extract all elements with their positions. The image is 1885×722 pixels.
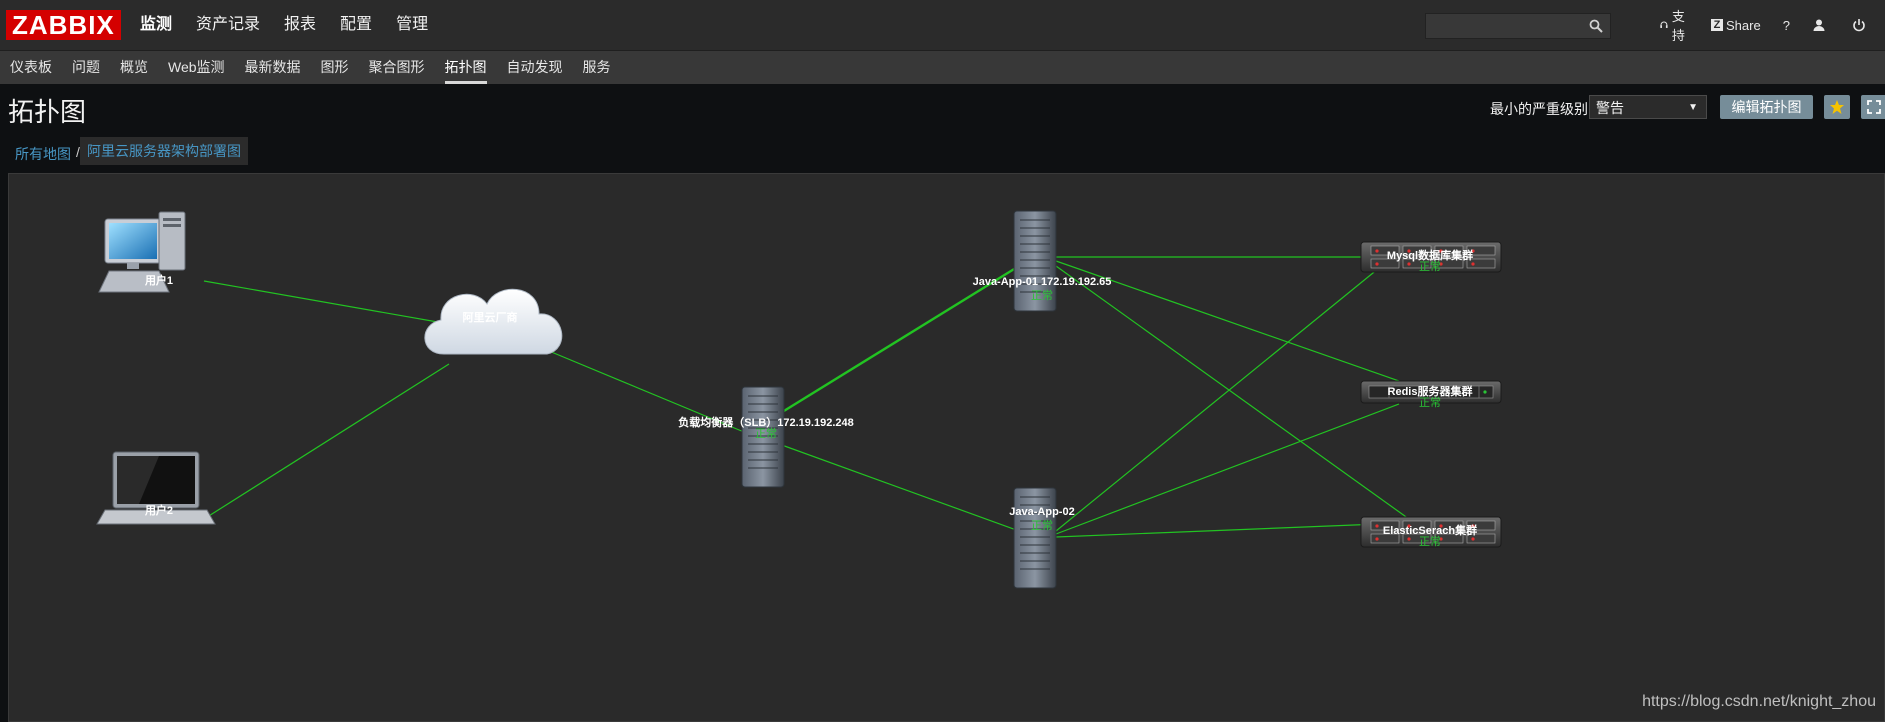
severity-select[interactable]: 警告 ▼ [1589,95,1707,119]
app01-status: 正常 [1031,290,1053,302]
share-label: Share [1726,17,1761,33]
cloud-label: 阿里云厂商 [462,312,518,324]
breadcrumb-all-maps[interactable]: 所有地图 [15,144,71,164]
main-nav-monitoring[interactable]: 监测 [128,0,184,50]
main-nav-reports[interactable]: 报表 [272,0,328,50]
severity-value: 警告 [1596,100,1624,116]
sub-nav-discovery[interactable]: 自动发现 [497,51,573,84]
main-nav-administration[interactable]: 管理 [384,0,440,50]
link-app01-es [1055,265,1410,520]
es-status: 正常 [1419,536,1441,548]
zabbix-logo[interactable]: ZABBIX [6,10,121,40]
edit-map-button[interactable]: 编辑拓扑图 [1720,95,1813,119]
slb-status: 正常 [755,428,777,440]
user-icon [1813,19,1825,31]
link-slb-app02 [778,443,1020,532]
logout-link[interactable] [1852,18,1870,32]
watermark-text: https://blog.csdn.net/knight_zhou [1642,693,1876,710]
star-icon [1830,100,1844,114]
user1-label: 用户1 [144,275,174,287]
mysql-status: 正常 [1419,261,1441,273]
java-app-02-server-icon[interactable] [1013,487,1057,589]
share-link[interactable]: Z Share [1711,18,1761,33]
sub-nav-overview[interactable]: 概览 [110,51,158,84]
support-link[interactable]: 支持 [1660,6,1689,44]
link-app02-redis [1055,403,1400,535]
user2-label: 用户2 [144,505,174,517]
support-label: 支持 [1671,9,1685,43]
chevron-down-icon: ▼ [1688,102,1698,113]
fullscreen-icon [1867,100,1881,114]
severity-label: 最小的严重级别 [1490,101,1588,117]
sub-nav: 仪表板 问题 概览 Web监测 最新数据 图形 聚合图形 拓扑图 自动发现 服务 [0,51,1885,84]
main-nav-inventory[interactable]: 资产记录 [184,0,272,50]
zabbix-share-icon: Z [1711,19,1724,31]
link-user1-cloud [203,280,450,325]
breadcrumb: 所有地图 / 阿里云服务器架构部署图 [0,130,1885,172]
app02-status: 正常 [1031,520,1053,532]
link-app02-mysql [1055,263,1385,532]
map-canvas [96,210,1502,589]
page-header: 拓扑图 最小的严重级别 警告 ▼ 编辑拓扑图 [0,84,1885,130]
sub-nav-services[interactable]: 服务 [573,51,621,84]
help-icon: ? [1782,17,1790,33]
link-user2-cloud [203,363,450,520]
main-nav-configuration[interactable]: 配置 [328,0,384,50]
headset-icon [1660,21,1668,28]
page-title: 拓扑图 [8,97,87,127]
sub-nav-graphs[interactable]: 图形 [311,51,359,84]
user-profile-link[interactable] [1812,18,1830,32]
sub-nav-problems[interactable]: 问题 [62,51,110,84]
header-tools: 支持 Z Share ? [1660,0,1885,50]
search-icon[interactable] [1589,19,1603,36]
redis-status: 正常 [1419,397,1441,409]
sub-nav-screens[interactable]: 聚合图形 [359,51,435,84]
network-map: 用户1 用户2 阿里云厂商 负载均衡器（SLB）172.19.192.248 正… [8,173,1885,722]
sub-nav-latest-data[interactable]: 最新数据 [235,51,311,84]
sub-nav-maps[interactable]: 拓扑图 [435,51,497,84]
favorite-button[interactable] [1824,95,1850,119]
breadcrumb-current-map[interactable]: 阿里云服务器架构部署图 [80,137,248,165]
search-input[interactable] [1426,14,1588,36]
sub-nav-web[interactable]: Web监测 [158,51,235,84]
top-bar: ZABBIX 监测 资产记录 报表 配置 管理 支持 Z Share ? [0,0,1885,51]
link-app02-es [1055,523,1380,538]
help-link[interactable]: ? [1783,18,1790,33]
sub-nav-dashboard[interactable]: 仪表板 [0,51,62,84]
map-links [203,256,1410,538]
main-nav: 监测 资产记录 报表 配置 管理 [128,0,440,50]
power-icon [1853,19,1865,32]
fullscreen-button[interactable] [1861,95,1885,119]
link-slb-app01 [778,264,1020,416]
search-box [1425,13,1611,39]
